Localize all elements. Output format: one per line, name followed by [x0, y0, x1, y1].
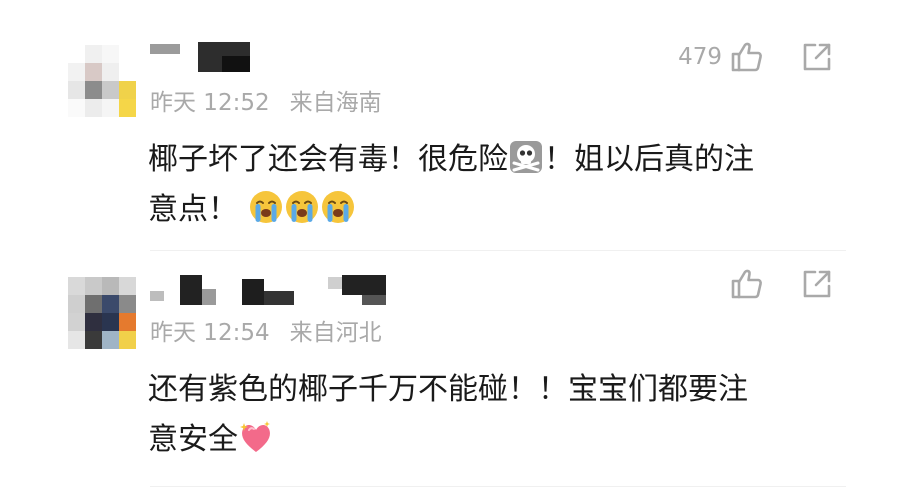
comment-item: 昨天 12:52 来自海南 479 椰子坏了还会有毒！很危险 ！姐以后真的注 意…: [0, 0, 906, 255]
share-icon[interactable]: [800, 40, 834, 74]
skull-crossbones-icon: [508, 139, 544, 175]
divider: [150, 486, 846, 487]
comment-actions: [722, 267, 834, 301]
comment-actions: 479: [678, 40, 834, 74]
thumbs-up-icon[interactable]: [730, 40, 764, 74]
avatar[interactable]: [68, 277, 136, 349]
loudly-crying-face-icon: [320, 189, 356, 225]
comment-location: 来自河北: [289, 320, 382, 346]
username-pixelated[interactable]: [150, 275, 390, 305]
comment-text-part: ！姐以后真的注: [544, 142, 754, 177]
loudly-crying-face-icon: [284, 189, 320, 225]
comment-text-part: 意点！: [148, 192, 238, 227]
comment-text: 还有紫色的椰子千万不能碰！！宝宝们都要注 意安全: [148, 365, 848, 465]
comment-meta: 昨天 12:52 来自海南: [150, 83, 402, 117]
sparkling-heart-icon: [238, 419, 274, 455]
thumbs-up-icon[interactable]: [730, 267, 764, 301]
comment-location: 来自海南: [289, 90, 382, 116]
like-count: 479: [678, 44, 722, 70]
comment-time: 昨天 12:52: [150, 90, 270, 116]
avatar[interactable]: [68, 45, 136, 117]
comment-text-part: 还有紫色的椰子千万不能碰！！宝宝们都要注: [148, 372, 748, 407]
divider: [150, 250, 846, 251]
comment-item: 昨天 12:54 来自河北 还有紫色的椰子千万不能碰！！宝宝们都要注 意安全: [0, 255, 906, 497]
share-icon[interactable]: [800, 267, 834, 301]
comment-text-part: 意安全: [148, 422, 238, 457]
comment-meta: 昨天 12:54 来自河北: [150, 313, 402, 347]
comment-text-part: 椰子坏了还会有毒！很危险: [148, 142, 508, 177]
comment-time: 昨天 12:54: [150, 320, 270, 346]
loudly-crying-face-icon: [248, 189, 284, 225]
username-pixelated[interactable]: [150, 42, 390, 72]
comment-text: 椰子坏了还会有毒！很危险 ！姐以后真的注 意点！: [148, 135, 848, 235]
